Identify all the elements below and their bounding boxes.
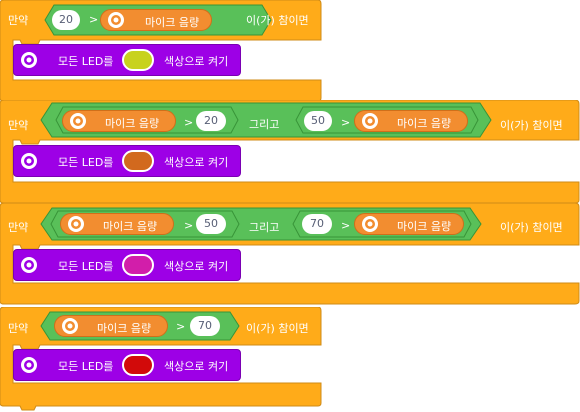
color-swatch[interactable] xyxy=(122,254,154,276)
if-suffix: 이(가) 참이면 xyxy=(246,14,309,27)
gear-icon xyxy=(21,153,37,169)
if-block-4[interactable]: 만약 마이크 음량 > 70 이(가) 참이면 모든 LED를 색상으로 켜기 xyxy=(0,307,580,412)
sensor-label: 마이크 음량 xyxy=(103,220,158,233)
led-action-block[interactable]: 모든 LED를 색상으로 켜기 xyxy=(13,145,241,177)
led-label: 모든 LED를 xyxy=(58,55,114,68)
sensor-reporter[interactable]: 마이크 음량 xyxy=(354,110,468,132)
gear-icon xyxy=(68,216,84,232)
color-swatch[interactable] xyxy=(122,150,154,172)
if-suffix: 이(가) 참이면 xyxy=(500,119,563,132)
led-label-post: 색상으로 켜기 xyxy=(164,156,229,169)
led-label: 모든 LED를 xyxy=(58,260,114,273)
gear-icon xyxy=(62,318,78,334)
gear-icon xyxy=(108,12,124,28)
operator-label: > xyxy=(184,116,194,129)
sensor-reporter[interactable]: 마이크 음량 xyxy=(60,213,174,235)
sensor-label: 마이크 음량 xyxy=(397,220,452,233)
sensor-reporter[interactable]: 마이크 음량 xyxy=(354,213,464,235)
operator-label: > xyxy=(184,219,194,232)
sensor-reporter[interactable]: 마이크 음량 xyxy=(100,9,212,31)
operator-label: > xyxy=(89,13,99,26)
if-label: 만약 xyxy=(8,119,29,132)
operator-label: > xyxy=(341,219,351,232)
value-input[interactable]: 20 xyxy=(196,111,226,131)
operator-label: > xyxy=(176,320,186,333)
if-block-3[interactable]: 만약 마이크 음량 > 50 그리고 70 > 마이크 음량 이(가) 참이면 … xyxy=(0,203,580,305)
led-action-block[interactable]: 모든 LED를 색상으로 켜기 xyxy=(13,349,241,381)
sensor-reporter[interactable]: 마이크 음량 xyxy=(54,315,168,337)
if-block-2[interactable]: 만약 마이크 음량 > 20 그리고 50 > 마이크 음량 이(가) 참이면 … xyxy=(0,100,580,204)
led-label: 모든 LED를 xyxy=(58,360,114,373)
sensor-label: 마이크 음량 xyxy=(397,117,452,130)
led-label: 모든 LED를 xyxy=(58,156,114,169)
color-swatch[interactable] xyxy=(122,354,154,376)
value-input[interactable]: 50 xyxy=(304,111,332,131)
operator-label: > xyxy=(341,116,351,129)
led-action-block[interactable]: 모든 LED를 색상으로 켜기 xyxy=(13,249,241,281)
value-input[interactable]: 50 xyxy=(196,214,226,234)
join-label: 그리고 xyxy=(249,118,280,131)
sensor-label: 마이크 음량 xyxy=(105,117,160,130)
if-block-1[interactable]: 만약 20 > 마이크 음량 이(가) 참이면 모든 LED를 색상으로 켜기 xyxy=(0,0,580,102)
sensor-label: 마이크 음량 xyxy=(145,16,200,29)
gear-icon xyxy=(70,113,86,129)
gear-icon xyxy=(362,216,378,232)
gear-icon xyxy=(21,357,37,373)
if-label: 만약 xyxy=(8,322,29,335)
join-label: 그리고 xyxy=(249,221,280,234)
if-label: 만약 xyxy=(8,221,29,234)
led-label-post: 색상으로 켜기 xyxy=(164,55,229,68)
led-label-post: 색상으로 켜기 xyxy=(164,260,229,273)
color-swatch[interactable] xyxy=(122,49,154,71)
if-label: 만약 xyxy=(8,14,29,27)
value-input[interactable]: 70 xyxy=(302,214,332,234)
if-suffix: 이(가) 참이면 xyxy=(246,322,309,335)
gear-icon xyxy=(362,113,378,129)
value-input[interactable]: 20 xyxy=(52,10,80,30)
gear-icon xyxy=(21,52,37,68)
if-suffix: 이(가) 참이면 xyxy=(500,221,563,234)
led-label-post: 색상으로 켜기 xyxy=(164,360,229,373)
sensor-label: 마이크 음량 xyxy=(97,322,152,335)
led-action-block[interactable]: 모든 LED를 색상으로 켜기 xyxy=(13,44,241,76)
value-input[interactable]: 70 xyxy=(190,316,220,336)
gear-icon xyxy=(21,257,37,273)
sensor-reporter[interactable]: 마이크 음량 xyxy=(62,110,176,132)
